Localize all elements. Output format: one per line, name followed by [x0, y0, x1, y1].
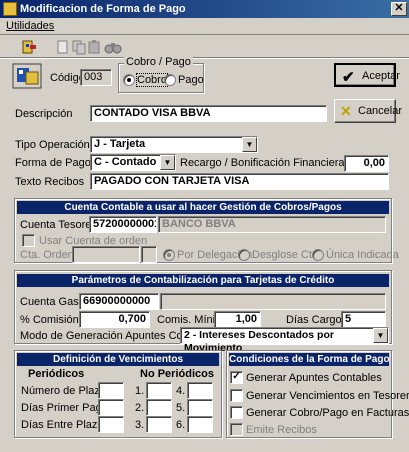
- cuenta-tesoreria-field[interactable]: 57200000001: [89, 216, 157, 233]
- toolbar: [0, 36, 409, 58]
- np-1-field[interactable]: [146, 382, 172, 399]
- np-4-label: 4.: [176, 385, 186, 397]
- cuenta-tesoreria-name: BANCO BBVA: [158, 216, 386, 233]
- unica-indicada-label: Única Indicada: [326, 249, 399, 261]
- dias-cargo-field[interactable]: 5: [341, 311, 386, 328]
- chevron-down-icon[interactable]: ▼: [373, 328, 388, 343]
- forma-pago-de-value: C - Contado: [94, 156, 157, 168]
- no-periodicos-title: No Periódicos: [140, 368, 214, 380]
- cobro-radio[interactable]: [123, 74, 135, 86]
- aceptar-label: Aceptar: [362, 70, 400, 82]
- emite-recibos-label: Emite Recibos: [246, 424, 317, 436]
- dias-cargo-label: Días Cargo: [286, 314, 342, 326]
- cuenta-contable-header: Cuenta Contable a usar al hacer Gestión …: [17, 201, 389, 214]
- numero-plazos-field[interactable]: [98, 382, 124, 399]
- cta-orden-field[interactable]: [72, 246, 140, 263]
- menu-bar: Utilidades: [0, 18, 409, 35]
- vencimientos-header: Definición de Vencimientos: [17, 353, 219, 366]
- menu-utilidades[interactable]: Utilidades: [6, 20, 54, 32]
- dias-primer-pago-label: Días Primer Pago: [21, 402, 108, 414]
- payment-icon: [12, 63, 42, 89]
- generar-vencimientos-label: Generar Vencimientos en Tesorería: [246, 390, 409, 402]
- generar-vencimientos-checkbox[interactable]: [230, 389, 243, 402]
- unica-indicada-radio[interactable]: [312, 249, 324, 261]
- cuenta-gastos-name: [160, 293, 386, 310]
- np-3-field[interactable]: [146, 416, 172, 433]
- chevron-down-icon[interactable]: ▼: [242, 137, 257, 152]
- dias-entre-plazos-field[interactable]: [98, 416, 124, 433]
- condiciones-header: Condiciones de la Forma de Pago: [229, 353, 389, 366]
- np-3-label: 3.: [135, 419, 145, 431]
- window-title: Modificacion de Forma de Pago: [20, 3, 186, 15]
- np-2-field[interactable]: [146, 399, 172, 416]
- recargo-label: Recargo / Bonificación Financiera: [180, 157, 345, 169]
- pago-label[interactable]: Pago: [178, 74, 204, 86]
- tipo-operacion-label: Tipo Operación: [15, 139, 90, 151]
- cta-orden-label: Cta. Orden: [20, 249, 74, 261]
- texto-recibos-label: Texto Recibos: [15, 176, 85, 188]
- np-5-field[interactable]: [187, 399, 213, 416]
- recargo-field[interactable]: 0,00: [344, 155, 389, 172]
- codigo-field[interactable]: 003: [80, 69, 112, 86]
- desglose-cta-label: Desglose Cta: [252, 249, 319, 261]
- title-bar: Modificacion de Forma de Pago ✕: [0, 0, 409, 18]
- np-6-label: 6.: [176, 419, 186, 431]
- modo-generacion-select[interactable]: 2 - Intereses Descontados por Movimiento…: [180, 327, 389, 354]
- comis-minima-field[interactable]: 1,00: [214, 311, 261, 328]
- forma-pago-de-select[interactable]: C - Contado ▼: [90, 154, 176, 171]
- np-4-field[interactable]: [187, 382, 213, 399]
- aceptar-button[interactable]: ✔ Aceptar: [334, 63, 400, 87]
- generar-apuntes-label: Generar Apuntes Contables: [246, 372, 382, 384]
- paste-icon[interactable]: [86, 39, 104, 55]
- cta-orden-extra-field[interactable]: [141, 246, 157, 263]
- app-icon: [3, 2, 17, 16]
- comision-field[interactable]: 0,700: [79, 311, 150, 328]
- close-button[interactable]: ✕: [391, 2, 407, 16]
- cancelar-button[interactable]: ✕ Cancelar: [334, 99, 402, 123]
- parametros-header: Parámetros de Contabilización para Tarje…: [17, 274, 389, 287]
- usar-cuenta-orden-checkbox[interactable]: [22, 234, 35, 247]
- texto-recibos-field[interactable]: PAGADO CON TARJETA VISA: [90, 173, 389, 190]
- check-icon: ✔: [342, 69, 355, 86]
- generar-cobro-pago-label: Generar Cobro/Pago en Facturas: [246, 407, 409, 419]
- por-delegacion-radio[interactable]: [163, 249, 175, 261]
- exit-icon[interactable]: [20, 39, 38, 55]
- desglose-cta-radio[interactable]: [238, 249, 250, 261]
- cuenta-gastos-field[interactable]: 66900000000: [79, 293, 159, 310]
- np-5-label: 5.: [176, 402, 186, 414]
- emite-recibos-checkbox[interactable]: [230, 423, 243, 436]
- np-2-label: 2.: [135, 402, 145, 414]
- comision-label: % Comisión: [20, 314, 79, 326]
- binoculars-icon[interactable]: [104, 39, 122, 55]
- tipo-operacion-value: J - Tarjeta: [94, 138, 146, 150]
- periodicos-title: Periódicos: [28, 368, 85, 380]
- np-6-field[interactable]: [187, 416, 213, 433]
- cobro-label[interactable]: Cobro: [136, 73, 168, 87]
- chevron-down-icon[interactable]: ▼: [160, 155, 175, 170]
- tipo-operacion-select[interactable]: J - Tarjeta ▼: [90, 136, 258, 153]
- cobro-pago-title: Cobro / Pago: [124, 56, 193, 68]
- cancel-x-icon: ✕: [340, 103, 352, 119]
- dias-primer-pago-field[interactable]: [98, 399, 124, 416]
- generar-apuntes-checkbox[interactable]: ✓: [230, 371, 243, 384]
- dias-entre-plazos-label: Días Entre Plazos: [21, 419, 110, 431]
- descripcion-field[interactable]: CONTADO VISA BBVA: [90, 105, 327, 122]
- generar-cobro-pago-checkbox[interactable]: [230, 406, 243, 419]
- pago-radio[interactable]: [164, 74, 176, 86]
- descripcion-label: Descripción: [15, 108, 73, 120]
- cancelar-label: Cancelar: [358, 105, 403, 117]
- np-1-label: 1.: [135, 385, 145, 397]
